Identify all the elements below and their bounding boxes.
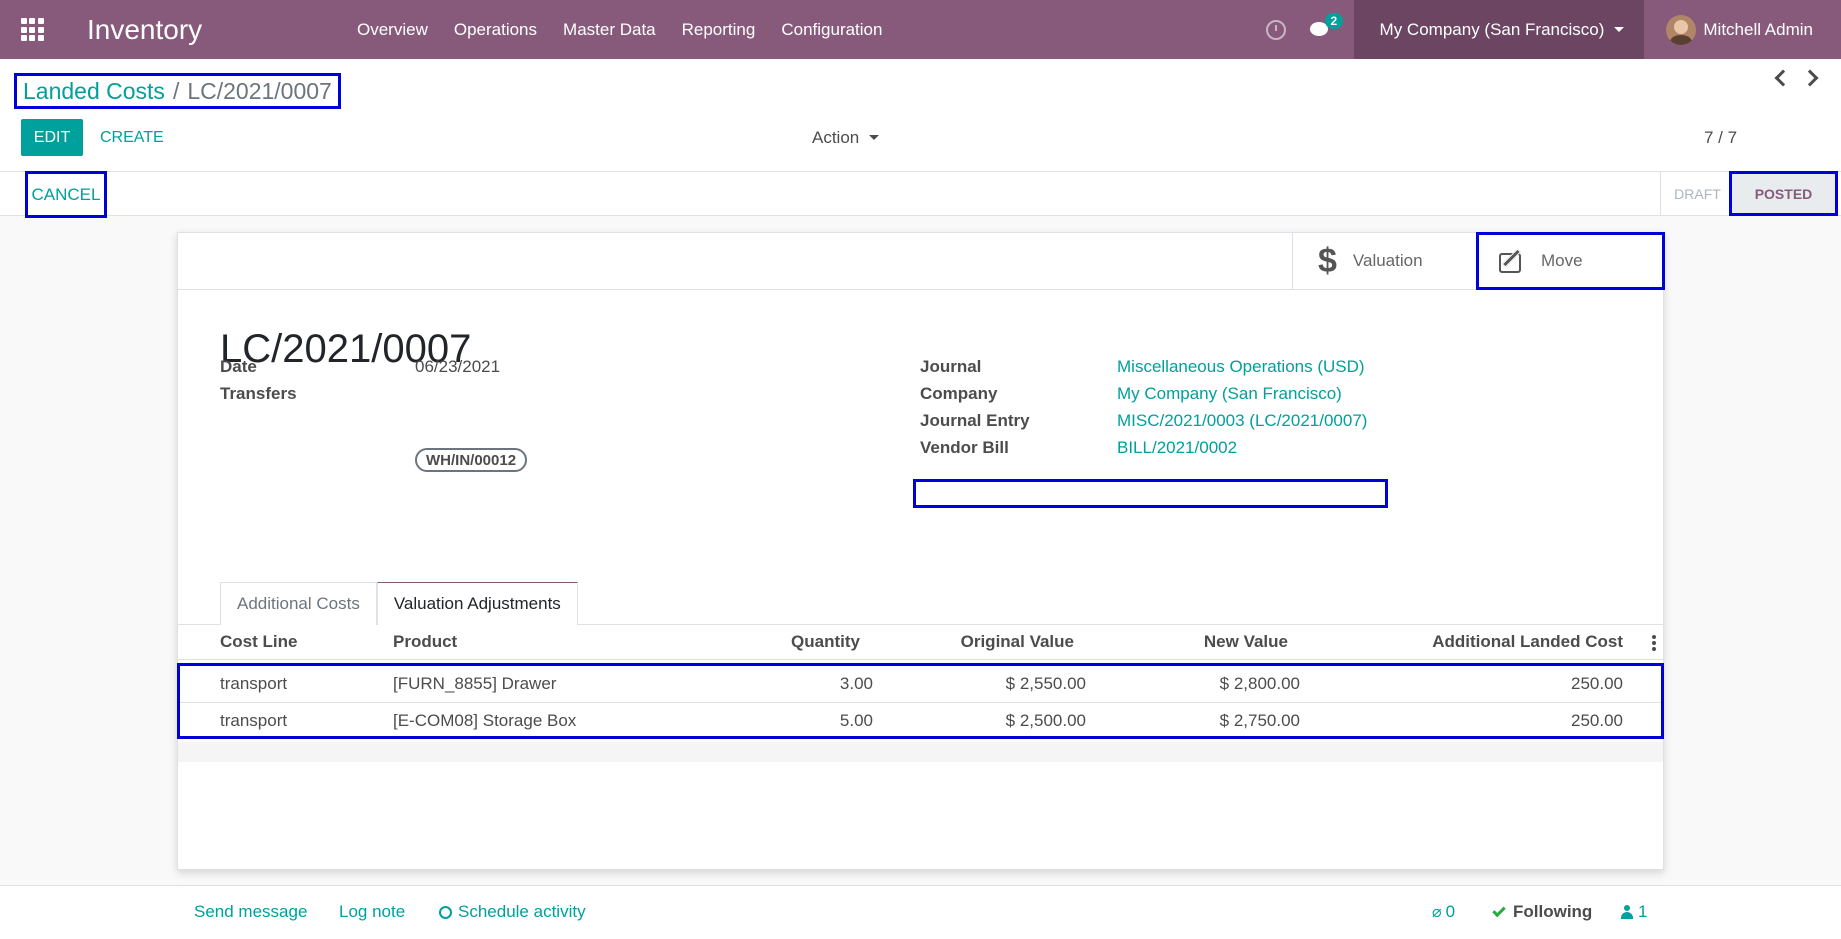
menu-master-data[interactable]: Master Data — [550, 0, 669, 59]
date-label: Date — [220, 357, 257, 376]
send-message-button[interactable]: Send message — [194, 902, 307, 922]
followers-count: 1 — [1638, 902, 1648, 921]
stage-posted: POSTED — [1729, 171, 1838, 216]
tab-additional-costs[interactable]: Additional Costs — [220, 582, 377, 625]
company-name: My Company (San Francisco) — [1379, 19, 1605, 39]
cancel-button[interactable]: CANCEL — [25, 171, 107, 218]
check-icon — [1492, 903, 1506, 917]
dollar-icon: $ — [1318, 241, 1337, 280]
messaging-icon[interactable]: 2 — [1309, 12, 1344, 38]
header-additional-landed-cost[interactable]: Additional Landed Cost — [1432, 632, 1623, 652]
paperclip-icon: ⌀ — [1432, 904, 1442, 921]
rows-highlight — [177, 663, 1664, 739]
app-title[interactable]: Inventory — [64, 14, 344, 46]
log-note-button[interactable]: Log note — [339, 902, 405, 922]
breadcrumb: Landed Costs / LC/2021/0007 — [14, 73, 341, 109]
edit-button[interactable]: EDIT — [21, 119, 83, 156]
tab-valuation-adjustments[interactable]: Valuation Adjustments — [376, 582, 578, 625]
move-smart-button[interactable]: Move — [1476, 232, 1665, 290]
menu-overview[interactable]: Overview — [344, 0, 441, 59]
edit-icon — [1499, 248, 1525, 273]
user-icon — [1621, 905, 1633, 919]
menu-operations[interactable]: Operations — [441, 0, 550, 59]
header-quantity[interactable]: Quantity — [791, 632, 860, 652]
smart-button-box: $ Valuation Move — [178, 232, 1665, 290]
breadcrumb-separator: / — [172, 77, 180, 104]
create-button[interactable]: CREATE — [100, 119, 164, 156]
attachments-button[interactable]: ⌀ 0 — [1432, 902, 1455, 922]
valuation-smart-button[interactable]: $ Valuation — [1292, 233, 1474, 289]
vendor-bill-label: Vendor Bill — [920, 438, 1009, 457]
following-button[interactable]: Following — [1492, 902, 1593, 922]
action-label: Action — [812, 127, 860, 147]
date-value: 06/23/2021 — [415, 357, 501, 376]
user-menu[interactable]: Mitchell Admin — [1644, 14, 1841, 45]
apps-menu-icon[interactable] — [0, 0, 64, 59]
journal-entry-link[interactable]: MISC/2021/0003 (LC/2021/0007) — [1117, 411, 1367, 431]
status-bar: CANCEL DRAFT POSTED — [0, 171, 1841, 218]
schedule-activity-label: Schedule activity — [458, 902, 586, 921]
header-new-value[interactable]: New Value — [1204, 632, 1288, 652]
user-name: Mitchell Admin — [1703, 19, 1813, 39]
form-sheet: $ Valuation Move LC/2021/0007 Date 06/23… — [177, 232, 1665, 870]
valuation-label: Valuation — [1352, 251, 1423, 270]
menu-configuration[interactable]: Configuration — [768, 0, 895, 59]
company-label: Company — [920, 384, 998, 403]
transfers-label: Transfers — [220, 384, 297, 403]
action-dropdown[interactable]: Action — [812, 119, 880, 156]
top-navbar: Inventory Overview Operations Master Dat… — [0, 0, 1841, 59]
notebook-tabs: Additional Costs Valuation Adjustments — [220, 582, 578, 625]
activity-clock-icon[interactable] — [1265, 19, 1286, 40]
table-header: Cost Line Product Quantity Original Valu… — [178, 625, 1663, 660]
control-panel: Landed Costs / LC/2021/0007 EDIT CREATE … — [0, 59, 1841, 172]
vendor-bill-link[interactable]: BILL/2021/0002 — [1117, 438, 1237, 458]
clock-icon — [439, 905, 452, 919]
stage-draft: DRAFT — [1660, 172, 1734, 215]
journal-entry-label: Journal Entry — [920, 411, 1030, 430]
company-switcher[interactable]: My Company (San Francisco) — [1353, 0, 1645, 59]
breadcrumb-landed-costs[interactable]: Landed Costs — [23, 78, 165, 105]
breadcrumb-current: LC/2021/0007 — [187, 77, 332, 104]
optional-columns-icon[interactable] — [1652, 635, 1656, 653]
pager-value[interactable]: 7 / 7 — [1704, 119, 1737, 156]
journal-entry-highlight — [913, 479, 1388, 508]
schedule-activity-button[interactable]: Schedule activity — [439, 902, 586, 922]
company-link[interactable]: My Company (San Francisco) — [1117, 384, 1342, 404]
messages-count-badge: 2 — [1324, 12, 1344, 29]
followers-button[interactable]: 1 — [1621, 902, 1647, 922]
menu-reporting[interactable]: Reporting — [669, 0, 769, 59]
transfer-tag[interactable]: WH/IN/00012 — [415, 448, 528, 472]
journal-label: Journal — [920, 357, 982, 376]
caret-down-icon — [869, 135, 880, 140]
header-product[interactable]: Product — [393, 632, 457, 652]
following-label: Following — [1513, 902, 1593, 921]
journal-link[interactable]: Miscellaneous Operations (USD) — [1117, 357, 1365, 377]
avatar — [1666, 14, 1697, 45]
header-cost-line[interactable]: Cost Line — [220, 632, 297, 652]
move-label: Move — [1541, 251, 1583, 270]
header-original-value[interactable]: Original Value — [961, 632, 1074, 652]
main-menu: Overview Operations Master Data Reportin… — [344, 0, 895, 59]
chatter-topbar: Send message Log note Schedule activity … — [0, 885, 1841, 939]
attachments-count: 0 — [1445, 902, 1456, 921]
caret-down-icon — [1614, 27, 1625, 32]
table-footer — [178, 742, 1663, 762]
